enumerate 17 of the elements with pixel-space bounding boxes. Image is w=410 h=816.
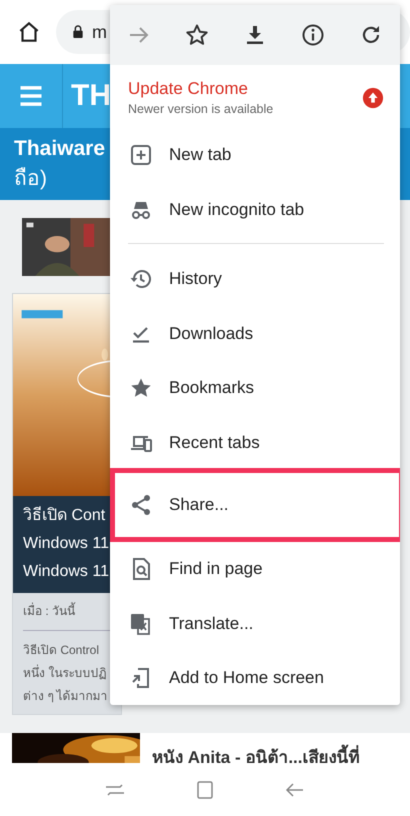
update-icon [362, 86, 384, 108]
info-icon[interactable] [301, 23, 325, 47]
star-icon[interactable] [185, 23, 209, 47]
url-text: m [92, 22, 107, 42]
excerpt-line: วิธีเปิด Control [23, 642, 100, 659]
plus-icon [129, 143, 153, 168]
update-subtitle: Newer version is available [128, 102, 274, 116]
excerpt-line: หนึ่ง ในระบบปฏิ [23, 664, 108, 682]
menu-item[interactable]: New incognito tab [110, 182, 400, 237]
share-icon [129, 493, 153, 517]
update-title[interactable]: Update Chrome [128, 79, 362, 99]
menu-item[interactable]: New tab [110, 128, 400, 182]
article-title: Thaiware [14, 136, 106, 162]
translate-icon [129, 612, 153, 636]
excerpt-line: ต่าง ๆ ได้มากมา [23, 688, 109, 705]
menu-item[interactable]: Share... [110, 468, 400, 542]
article-title: ถือ) [14, 166, 47, 192]
